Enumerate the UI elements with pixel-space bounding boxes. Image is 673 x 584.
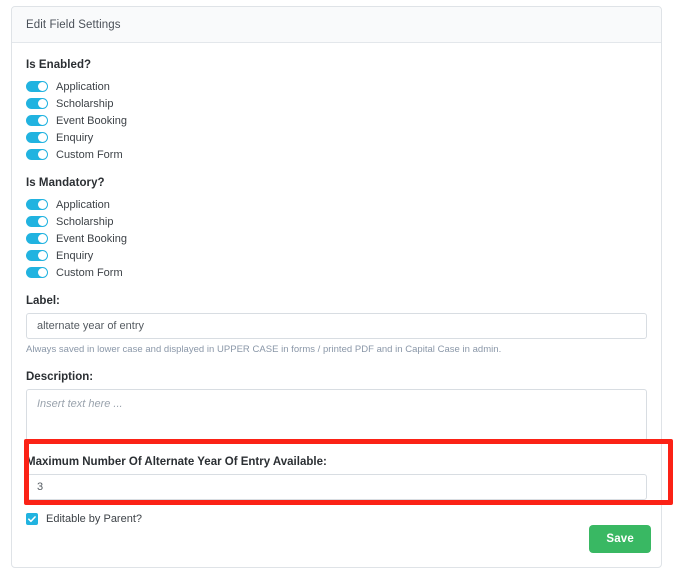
toggle-row[interactable]: Custom Form	[26, 146, 647, 163]
toggle-knob	[38, 116, 47, 125]
label-helper-text: Always saved in lower case and displayed…	[26, 344, 647, 355]
toggle-knob	[38, 99, 47, 108]
toggle-knob	[38, 217, 47, 226]
editable-by-parent-row[interactable]: Editable by Parent?	[26, 513, 647, 525]
checkbox-checked-icon[interactable]	[26, 513, 38, 525]
card-footer: Save	[589, 525, 651, 553]
toggle-switch-icon[interactable]	[26, 115, 48, 126]
is-mandatory-toggle-list: Application Scholarship Event Booking En…	[26, 196, 647, 281]
label-field-caption: Label:	[26, 295, 647, 307]
maximum-number-field-caption: Maximum Number Of Alternate Year Of Entr…	[26, 456, 647, 468]
toggle-label: Custom Form	[56, 267, 123, 279]
toggle-row[interactable]: Application	[26, 196, 647, 213]
maximum-number-input[interactable]	[26, 474, 647, 500]
description-field-caption: Description:	[26, 371, 647, 383]
toggle-knob	[38, 234, 47, 243]
toggle-switch-icon[interactable]	[26, 267, 48, 278]
toggle-row[interactable]: Scholarship	[26, 213, 647, 230]
toggle-row[interactable]: Custom Form	[26, 264, 647, 281]
toggle-row[interactable]: Event Booking	[26, 230, 647, 247]
edit-field-settings-card: Edit Field Settings Is Enabled? Applicat…	[11, 6, 662, 568]
toggle-knob	[38, 251, 47, 260]
save-button[interactable]: Save	[589, 525, 651, 553]
toggle-row[interactable]: Enquiry	[26, 129, 647, 146]
card-header: Edit Field Settings	[12, 7, 661, 43]
toggle-row[interactable]: Scholarship	[26, 95, 647, 112]
toggle-label: Application	[56, 199, 110, 211]
toggle-knob	[38, 82, 47, 91]
card-body: Is Enabled? Application Scholarship Even…	[12, 43, 661, 525]
toggle-label: Scholarship	[56, 98, 113, 110]
description-field-block: Description:	[26, 371, 647, 441]
toggle-knob	[38, 133, 47, 142]
toggle-switch-icon[interactable]	[26, 81, 48, 92]
toggle-label: Scholarship	[56, 216, 113, 228]
toggle-row[interactable]: Enquiry	[26, 247, 647, 264]
toggle-switch-icon[interactable]	[26, 233, 48, 244]
maximum-number-field-block: Maximum Number Of Alternate Year Of Entr…	[26, 456, 647, 500]
toggle-switch-icon[interactable]	[26, 199, 48, 210]
toggle-row[interactable]: Application	[26, 78, 647, 95]
label-field-block: Label: Always saved in lower case and di…	[26, 295, 647, 355]
toggle-label: Enquiry	[56, 132, 93, 144]
is-enabled-heading: Is Enabled?	[26, 59, 647, 71]
toggle-switch-icon[interactable]	[26, 250, 48, 261]
toggle-row[interactable]: Event Booking	[26, 112, 647, 129]
toggle-label: Event Booking	[56, 233, 127, 245]
description-textarea[interactable]	[26, 389, 647, 441]
is-enabled-toggle-list: Application Scholarship Event Booking En…	[26, 78, 647, 163]
toggle-switch-icon[interactable]	[26, 98, 48, 109]
label-input[interactable]	[26, 313, 647, 339]
toggle-label: Enquiry	[56, 250, 93, 262]
toggle-knob	[38, 150, 47, 159]
toggle-switch-icon[interactable]	[26, 132, 48, 143]
is-mandatory-heading: Is Mandatory?	[26, 177, 647, 189]
toggle-switch-icon[interactable]	[26, 149, 48, 160]
toggle-label: Custom Form	[56, 149, 123, 161]
toggle-knob	[38, 268, 47, 277]
toggle-switch-icon[interactable]	[26, 216, 48, 227]
toggle-label: Event Booking	[56, 115, 127, 127]
toggle-label: Application	[56, 81, 110, 93]
editable-by-parent-label: Editable by Parent?	[46, 513, 142, 525]
card-header-title: Edit Field Settings	[26, 19, 121, 31]
toggle-knob	[38, 200, 47, 209]
